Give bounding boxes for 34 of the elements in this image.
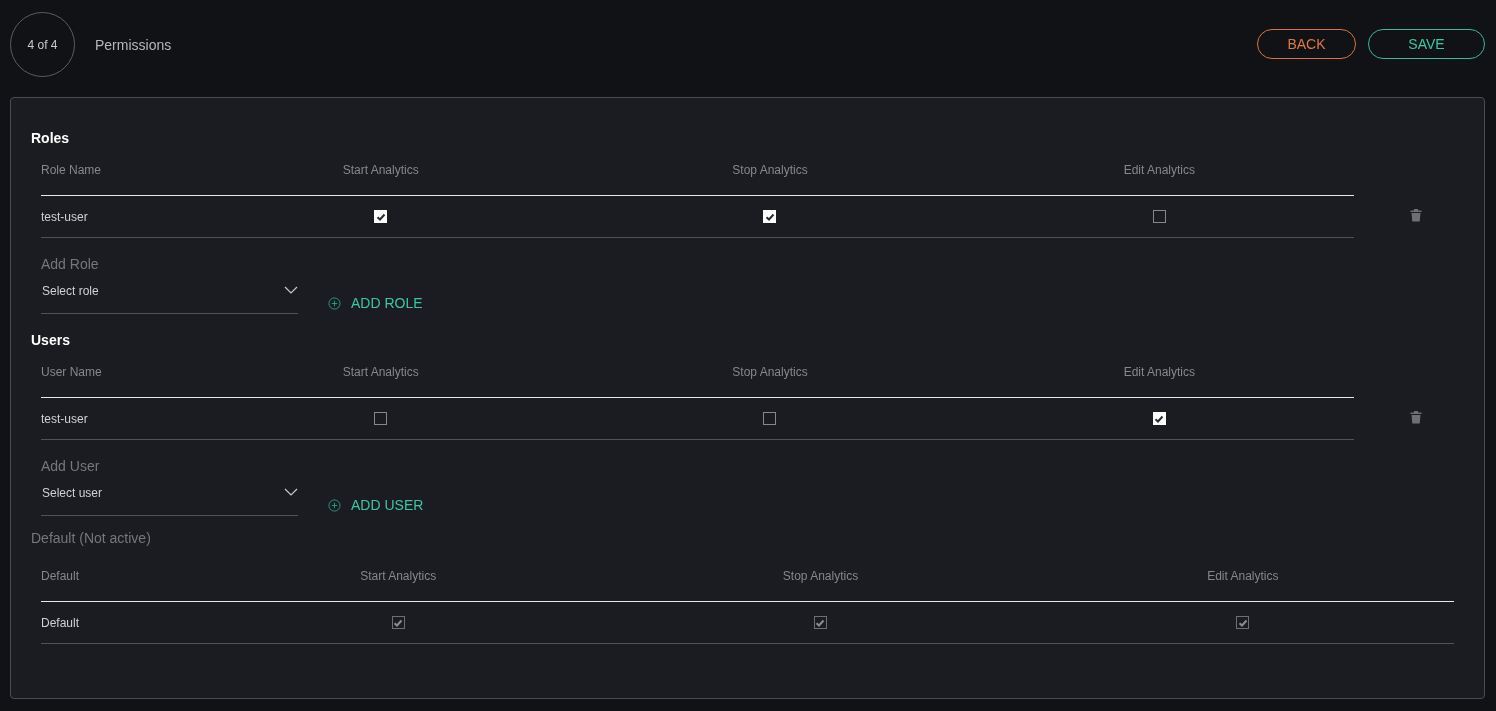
column-header: Default bbox=[41, 569, 81, 583]
section-title: Roles bbox=[31, 130, 71, 146]
field-label: Add User bbox=[41, 458, 101, 474]
checkbox[interactable] bbox=[1152, 210, 1166, 223]
section-title: Users bbox=[31, 332, 71, 348]
column-header: Edit Analytics bbox=[1123, 163, 1195, 177]
table-cell-text: test-user bbox=[41, 209, 89, 224]
column-header: Edit Analytics bbox=[1207, 569, 1279, 583]
plus-circle-icon bbox=[328, 498, 341, 512]
column-header: Role Name bbox=[41, 163, 103, 177]
column-header: Stop Analytics bbox=[732, 365, 808, 379]
table-cell-text: test-user bbox=[41, 411, 89, 426]
checkbox[interactable] bbox=[374, 412, 388, 425]
column-header: Start Analytics bbox=[342, 163, 419, 177]
page-title: Permissions bbox=[95, 36, 172, 53]
table-cell-text: Default bbox=[41, 615, 81, 630]
plus-circle-icon bbox=[328, 296, 341, 310]
chevron-down-icon bbox=[284, 286, 298, 294]
column-header: Start Analytics bbox=[360, 569, 437, 583]
delete-icon[interactable] bbox=[1410, 410, 1422, 424]
add-button[interactable]: ADD USER bbox=[328, 497, 424, 513]
add-button[interactable]: ADD ROLE bbox=[328, 295, 423, 311]
section-title: Default (Not active) bbox=[31, 530, 152, 546]
checkbox[interactable] bbox=[763, 412, 777, 425]
column-header: Start Analytics bbox=[342, 365, 419, 379]
chevron-down-icon bbox=[284, 488, 298, 496]
column-header: Stop Analytics bbox=[732, 163, 808, 177]
select-dropdown[interactable]: Select role bbox=[41, 284, 298, 314]
delete-icon[interactable] bbox=[1410, 208, 1422, 222]
select-dropdown[interactable]: Select user bbox=[41, 486, 298, 516]
column-header: Stop Analytics bbox=[782, 569, 859, 583]
column-header: Edit Analytics bbox=[1123, 365, 1195, 379]
field-label: Add Role bbox=[41, 256, 100, 272]
column-header: User Name bbox=[41, 365, 103, 379]
